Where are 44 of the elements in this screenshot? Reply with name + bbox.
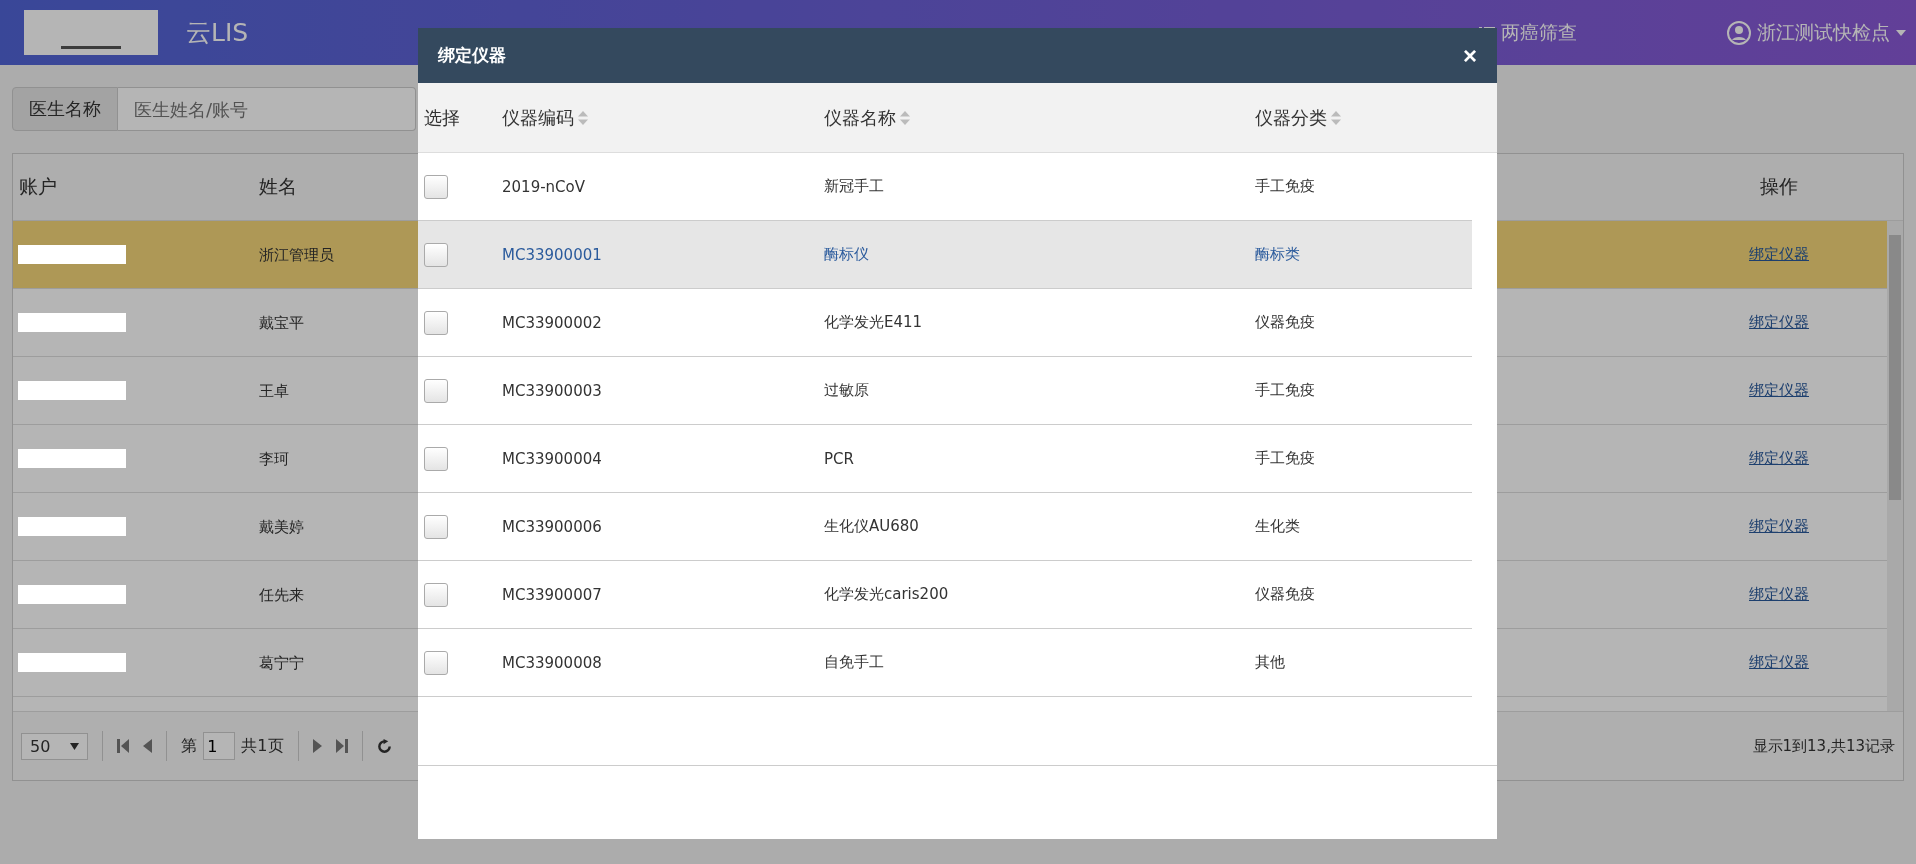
table-cell-text: MC33900007 xyxy=(502,585,603,604)
page-count: 共1页 xyxy=(241,735,284,757)
table-cell: 任先来 xyxy=(259,585,304,604)
table-cell-text: 生化类 xyxy=(1255,517,1301,536)
table-cell: 葛宁宁 xyxy=(259,653,304,672)
table-cell-text: 手工免疫 xyxy=(1255,177,1316,196)
table-cell-text: MC33900002 xyxy=(502,313,603,332)
table-cell-text: 酶标类 xyxy=(1255,245,1301,264)
table-cell-text: 自免手工 xyxy=(824,653,885,672)
table-cell-text: 酶标仪 xyxy=(824,245,870,264)
column-header: 仪器名称 xyxy=(824,105,896,130)
table-cell: 戴宝平 xyxy=(259,313,304,332)
column-header: 操作 xyxy=(1759,174,1799,199)
table-cell-text: 仪器免疫 xyxy=(1255,313,1316,332)
search-label: 医生名称 xyxy=(12,87,118,131)
record-summary: 显示1到13,共13记录 xyxy=(1752,736,1895,756)
table-cell-text: MC33900008 xyxy=(502,653,603,672)
table-cell-text: MC33900004 xyxy=(502,449,603,468)
table-cell-text: 2019-nCoV xyxy=(502,177,586,196)
app-title: 云LIS xyxy=(186,17,249,49)
dialog-title: 绑定仪器 xyxy=(438,44,506,67)
table-cell-text: 化学发光caris200 xyxy=(824,585,950,604)
table-cell-text: MC33900006 xyxy=(502,517,603,536)
table-cell-text: 化学发光E411 xyxy=(824,313,924,332)
table-cell-text: 手工免疫 xyxy=(1255,381,1316,400)
table-cell-text: 手工免疫 xyxy=(1255,449,1316,468)
column-header: 选择 xyxy=(423,105,461,130)
table-cell-text: 其他 xyxy=(1255,653,1286,672)
table-cell: 戴美婷 xyxy=(259,517,304,536)
table-cell-text: 生化仪AU680 xyxy=(824,517,920,536)
column-header: 姓名 xyxy=(259,175,297,197)
table-cell-text: 新冠手工 xyxy=(824,177,885,196)
column-header: 仪器编码 xyxy=(502,105,574,130)
table-cell: 李珂 xyxy=(259,449,289,468)
table-cell-text: MC33900001 xyxy=(502,245,603,264)
table-cell-text: 仪器免疫 xyxy=(1255,585,1316,604)
table-cell: 王卓 xyxy=(259,381,289,400)
table-cell-text: MC33900003 xyxy=(502,381,603,400)
table-cell: 浙江管理员 xyxy=(259,245,334,264)
table-cell-text: PCR xyxy=(824,449,855,468)
column-header: 账户 xyxy=(18,174,58,199)
table-cell-text: 过敏原 xyxy=(824,381,870,400)
column-header: 仪器分类 xyxy=(1255,105,1327,130)
page-label: 第 xyxy=(181,735,198,757)
